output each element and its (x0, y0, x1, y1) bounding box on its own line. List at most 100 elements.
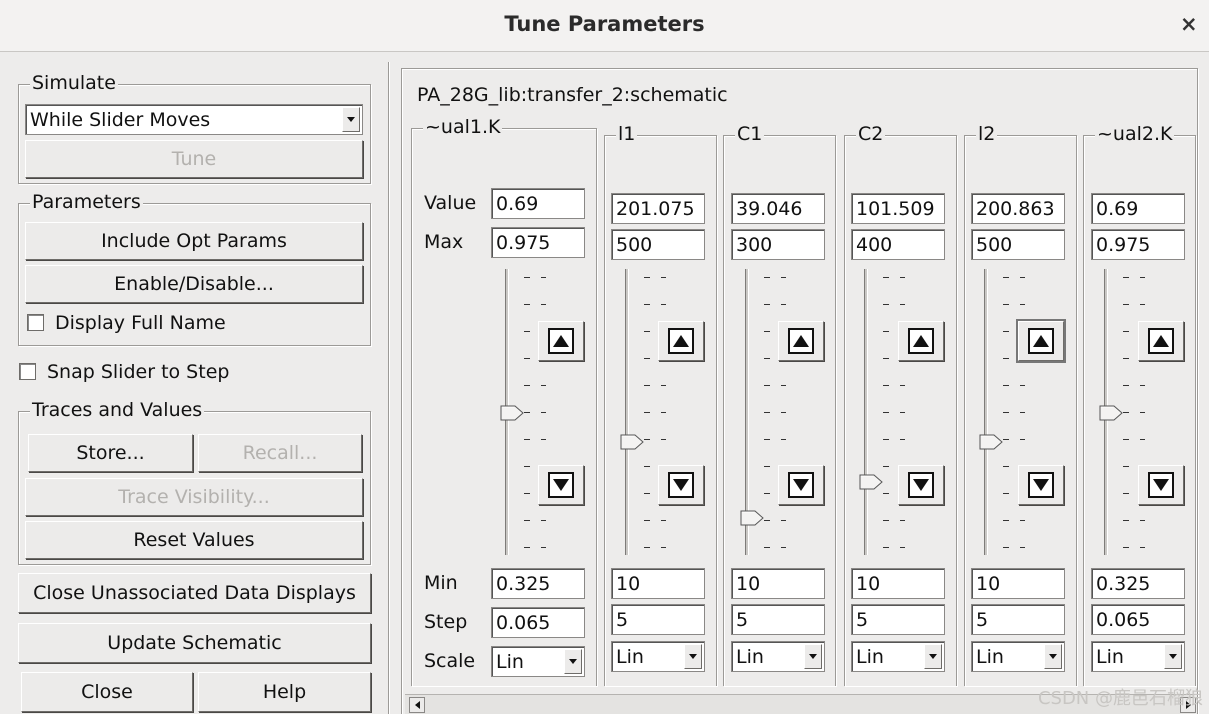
max-field[interactable]: 300 (731, 229, 825, 260)
slider-tick (524, 547, 530, 548)
param-name: C1 (735, 123, 765, 145)
max-field[interactable]: 400 (851, 229, 945, 260)
scale-select[interactable]: Lin (1091, 641, 1185, 672)
chevron-down-icon[interactable] (1164, 644, 1182, 669)
reset-values-button[interactable]: Reset Values (25, 521, 363, 559)
decrement-button[interactable] (1138, 465, 1184, 505)
slider-tick (524, 304, 530, 305)
slider-tick (524, 439, 530, 440)
slider-track[interactable] (625, 269, 629, 555)
slider-thumb[interactable] (859, 473, 883, 490)
close-unassociated-button[interactable]: Close Unassociated Data Displays (18, 573, 371, 613)
scale-select[interactable]: Lin (491, 646, 585, 677)
step-field[interactable]: 5 (971, 604, 1065, 635)
slider-tick (1020, 304, 1025, 305)
chevron-down-icon[interactable] (564, 649, 582, 674)
slider-thumb[interactable] (979, 433, 1003, 450)
chevron-down-icon[interactable] (684, 644, 702, 669)
increment-button[interactable] (1138, 321, 1184, 361)
slider-tick (764, 520, 770, 521)
scale-select[interactable]: Lin (731, 641, 825, 672)
decrement-button[interactable] (538, 465, 584, 505)
slider-thumb[interactable] (620, 433, 644, 450)
step-field[interactable]: 5 (851, 604, 945, 635)
slider-tick (781, 520, 786, 521)
min-field[interactable]: 10 (851, 568, 945, 599)
simulate-mode-select[interactable]: While Slider Moves (25, 104, 363, 135)
help-button[interactable]: Help (198, 672, 371, 712)
step-field[interactable]: 0.065 (1091, 604, 1185, 635)
update-schematic-button[interactable]: Update Schematic (18, 623, 371, 663)
increment-button[interactable] (778, 321, 824, 361)
increment-button[interactable] (1018, 321, 1064, 361)
increment-button[interactable] (538, 321, 584, 361)
slider-tick (1003, 520, 1009, 521)
value-field[interactable]: 0.69 (1091, 193, 1185, 224)
snap-slider-checkbox[interactable] (19, 363, 36, 380)
value-field[interactable]: 200.863 (971, 193, 1065, 224)
slider-thumb[interactable] (1099, 404, 1123, 421)
slider-tick (524, 466, 530, 467)
increment-button[interactable] (898, 321, 944, 361)
max-field[interactable]: 0.975 (1091, 229, 1185, 260)
slider-tick (1123, 385, 1129, 386)
step-field[interactable]: 5 (731, 604, 825, 635)
slider-tick (764, 385, 770, 386)
min-field[interactable]: 10 (731, 568, 825, 599)
store-button[interactable]: Store... (28, 434, 193, 472)
chevron-down-icon[interactable] (1044, 644, 1062, 669)
value-field[interactable]: 0.69 (491, 188, 585, 219)
max-field[interactable]: 500 (971, 229, 1065, 260)
increment-button[interactable] (658, 321, 704, 361)
chevron-down-icon[interactable] (342, 107, 360, 132)
slider-tick (883, 412, 889, 413)
close-icon[interactable]: × (1180, 12, 1198, 36)
slider-thumb[interactable] (500, 404, 524, 421)
min-field[interactable]: 0.325 (1091, 568, 1185, 599)
close-button[interactable]: Close (21, 672, 193, 712)
scroll-left-icon[interactable] (409, 697, 425, 713)
arrow-down-icon (1028, 472, 1054, 498)
max-field[interactable]: 500 (611, 229, 705, 260)
tune-button[interactable]: Tune (25, 140, 363, 178)
slider-tick (764, 439, 770, 440)
scale-value: Lin (976, 645, 1004, 668)
max-field[interactable]: 0.975 (491, 227, 585, 258)
chevron-down-icon[interactable] (804, 644, 822, 669)
slider-tick (524, 358, 530, 359)
panel-divider (388, 62, 390, 714)
display-full-name-checkbox[interactable] (27, 314, 44, 331)
step-field[interactable]: 0.065 (491, 607, 585, 638)
decrement-button[interactable] (778, 465, 824, 505)
slider-track[interactable] (984, 269, 988, 555)
scale-select[interactable]: Lin (611, 641, 705, 672)
slider-tick (1003, 412, 1009, 413)
scale-select[interactable]: Lin (971, 641, 1065, 672)
decrement-button[interactable] (658, 465, 704, 505)
enable-disable-button[interactable]: Enable/Disable... (25, 265, 363, 303)
min-field[interactable]: 10 (971, 568, 1065, 599)
parameters-group-label: Parameters (30, 191, 143, 213)
scale-value: Lin (616, 645, 644, 668)
slider-tick (883, 520, 889, 521)
scale-select[interactable]: Lin (851, 641, 945, 672)
chevron-down-icon[interactable] (924, 644, 942, 669)
slider-tick (781, 412, 786, 413)
trace-visibility-button[interactable]: Trace Visibility... (25, 478, 363, 516)
decrement-button[interactable] (898, 465, 944, 505)
slider-tick (1123, 412, 1129, 413)
value-field[interactable]: 101.509 (851, 193, 945, 224)
slider-tick (883, 547, 889, 548)
slider-thumb[interactable] (740, 509, 764, 526)
slider-tick (1020, 520, 1025, 521)
recall-button[interactable]: Recall... (198, 434, 362, 472)
decrement-button[interactable] (1018, 465, 1064, 505)
value-field[interactable]: 201.075 (611, 193, 705, 224)
slider-track[interactable] (864, 269, 868, 555)
value-field[interactable]: 39.046 (731, 193, 825, 224)
include-opt-params-button[interactable]: Include Opt Params (25, 222, 363, 260)
arrow-down-icon (548, 472, 574, 498)
min-field[interactable]: 0.325 (491, 568, 585, 599)
step-field[interactable]: 5 (611, 604, 705, 635)
min-field[interactable]: 10 (611, 568, 705, 599)
